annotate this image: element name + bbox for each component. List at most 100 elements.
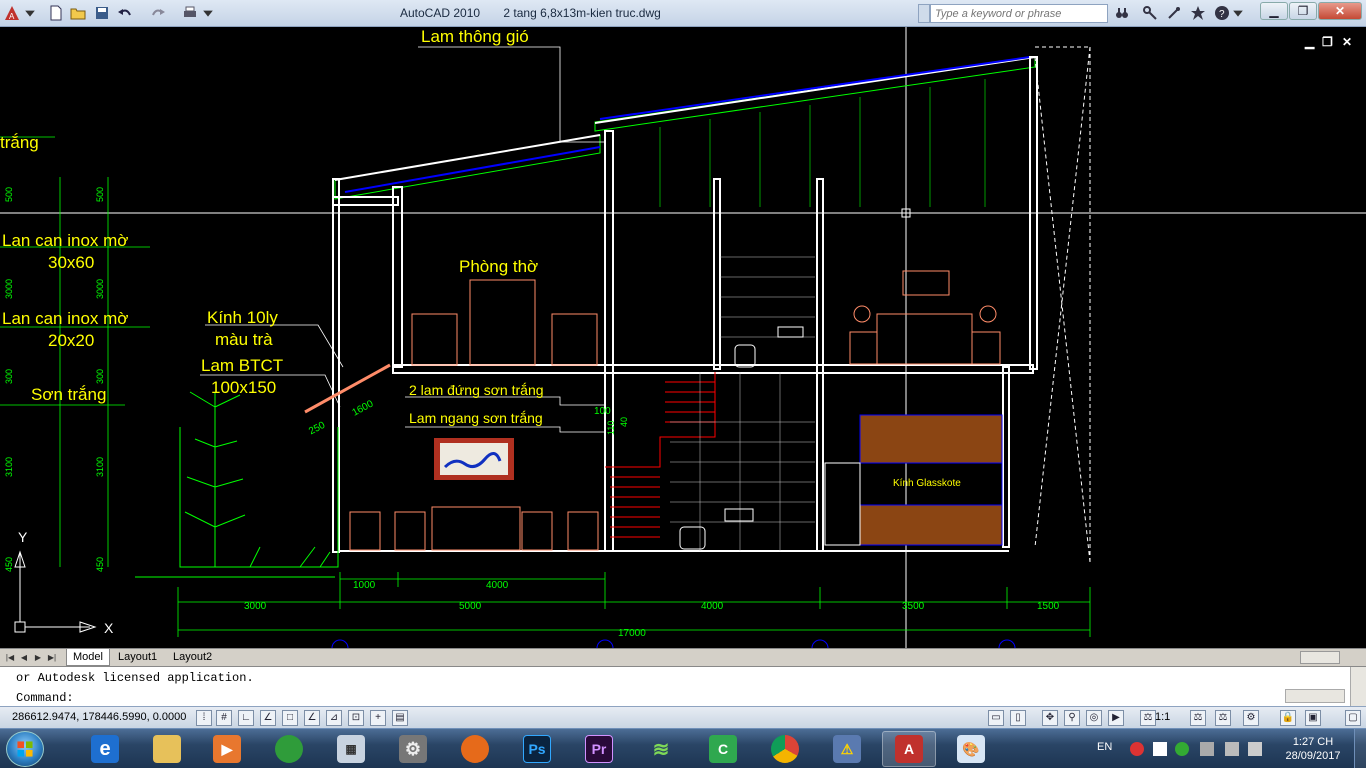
tab-model[interactable]: Model [66, 649, 110, 666]
drawing-canvas[interactable]: ▁ ❐ ✕ Lam thông gió trắng Lan can inox m… [0, 27, 1366, 648]
restore-icon: ❐ [1297, 4, 1309, 18]
tray-clock[interactable]: 1:27 CH 28/09/2017 [1283, 735, 1343, 763]
taskbar-paint[interactable]: 🎨 [944, 731, 998, 767]
favorites-button[interactable] [1188, 3, 1208, 23]
altar-furniture [411, 279, 598, 366]
tray-vietkey-icon[interactable] [1153, 742, 1167, 756]
hardware-acceleration-icon[interactable]: ▣ [1305, 710, 1321, 726]
polar-tracking-icon[interactable]: ∠ [260, 710, 276, 726]
tray-network-icon[interactable] [1175, 742, 1189, 756]
plot-button[interactable] [180, 3, 200, 23]
taskbar-settings-tool[interactable]: ⚙ [386, 731, 440, 767]
app-menu-dropdown[interactable] [24, 3, 36, 23]
cursor-coordinates[interactable]: 286612.9474, 178446.5990, 0.0000 [12, 711, 186, 723]
binoculars-icon [1116, 8, 1128, 18]
taskbar-chrome[interactable] [758, 731, 812, 767]
communication-center-button[interactable] [1164, 3, 1184, 23]
taskbar-firefox[interactable] [448, 731, 502, 767]
tray-usb-icon[interactable] [1200, 742, 1214, 756]
tray-unikey-icon[interactable] [1130, 742, 1144, 756]
label-lan-can-1: Lan can inox mờ [2, 231, 129, 250]
taskbar-photoshop[interactable]: Ps [510, 731, 564, 767]
show-desktop-button[interactable] [1354, 729, 1366, 768]
new-file-button[interactable] [46, 3, 66, 23]
save-button[interactable] [92, 3, 112, 23]
quick-access-dropdown[interactable] [202, 3, 214, 23]
taskbar-internet-explorer[interactable]: e [78, 731, 132, 767]
tab-first-button[interactable]: |◀ [4, 651, 16, 664]
lineweight-icon[interactable]: + [370, 710, 386, 726]
folder-open-icon [70, 8, 86, 20]
chevron-down-icon [1233, 10, 1243, 17]
showmotion-icon[interactable]: ▶ [1108, 710, 1124, 726]
calculator-icon: ▦ [337, 735, 365, 763]
tab-layout1[interactable]: Layout1 [112, 649, 163, 666]
tray-language[interactable]: EN [1097, 741, 1112, 753]
tray-volume-icon[interactable] [1248, 742, 1262, 756]
warning-icon: ⚠ [833, 735, 861, 763]
chrome-icon [771, 735, 799, 763]
viewport-minimize-button[interactable]: ▁ [1305, 35, 1314, 49]
help-dropdown[interactable] [1232, 3, 1244, 23]
tab-horizontal-scrollbar[interactable] [1300, 651, 1340, 664]
dim-vert-3000-right: 3000 [95, 278, 105, 299]
application-menu-button[interactable]: A [2, 3, 22, 23]
tab-layout2[interactable]: Layout2 [167, 649, 218, 666]
dim-3500: 3500 [902, 601, 925, 612]
command-vertical-scrollbar[interactable] [1350, 667, 1366, 707]
steering-wheel-icon[interactable]: ◎ [1086, 710, 1102, 726]
taskbar-media-player[interactable]: ▶ [200, 731, 254, 767]
dynamic-input-icon[interactable]: ⊡ [348, 710, 364, 726]
taskbar-premiere[interactable]: Pr [572, 731, 626, 767]
clean-screen-icon[interactable]: ▢ [1345, 710, 1361, 726]
taskbar-camtasia[interactable]: C [696, 731, 750, 767]
workspace-switching-icon[interactable]: ⚙ [1243, 710, 1259, 726]
taskbar-calculator[interactable]: ▦ [324, 731, 378, 767]
taskbar-autocad[interactable]: A [882, 731, 936, 767]
taskbar-coccoc[interactable] [262, 731, 316, 767]
tab-next-button[interactable]: ▶ [32, 651, 44, 664]
snap-mode-icon[interactable]: ⁞ [196, 710, 212, 726]
tab-prev-button[interactable]: ◀ [18, 651, 30, 664]
command-prompt[interactable]: Command: [16, 691, 74, 705]
quick-properties-icon[interactable]: ▤ [392, 710, 408, 726]
restore-button[interactable]: ❐ [1289, 2, 1317, 20]
undo-button[interactable] [115, 3, 135, 23]
snap-tracking-icon[interactable]: ∠ [304, 710, 320, 726]
minimize-button[interactable]: ▁ [1260, 2, 1288, 20]
command-horizontal-scrollbar[interactable] [1285, 689, 1345, 703]
model-space-icon[interactable]: ▭ [988, 710, 1004, 726]
dim-vert-300-left: 300 [4, 368, 14, 384]
taskbar-wifi-tool[interactable]: ≋ [634, 731, 688, 767]
redo-button[interactable] [148, 3, 168, 23]
close-button[interactable]: ✕ [1318, 2, 1362, 20]
annotation-scale-icon[interactable]: ⚖ [1140, 710, 1156, 726]
viewport-close-button[interactable]: ✕ [1342, 35, 1352, 49]
subscription-center-button[interactable] [1140, 3, 1160, 23]
ortho-mode-icon[interactable]: ∟ [238, 710, 254, 726]
taskbar-file-explorer[interactable] [140, 731, 194, 767]
pan-icon[interactable]: ✥ [1042, 710, 1058, 726]
tab-last-button[interactable]: ▶| [46, 651, 58, 664]
svg-text:A: A [9, 12, 15, 21]
dynamic-ucs-icon[interactable]: ⊿ [326, 710, 342, 726]
search-input[interactable] [930, 4, 1108, 23]
autocad-icon: A [895, 735, 923, 763]
quick-view-layouts-icon[interactable]: ▯ [1010, 710, 1026, 726]
grid-display-icon[interactable]: # [216, 710, 232, 726]
toolbar-lock-icon[interactable]: 🔒 [1280, 710, 1296, 726]
annotation-scale-value[interactable]: 1:1 [1155, 711, 1170, 723]
start-button[interactable] [6, 731, 44, 767]
object-snap-icon[interactable]: □ [282, 710, 298, 726]
zoom-icon[interactable]: ⚲ [1064, 710, 1080, 726]
tray-signal-icon[interactable] [1225, 742, 1239, 756]
viewport-restore-button[interactable]: ❐ [1322, 35, 1333, 49]
taskbar-warning-app[interactable]: ⚠ [820, 731, 874, 767]
windows-logo-icon [17, 741, 33, 757]
auto-scale-icon[interactable]: ⚖ [1215, 710, 1231, 726]
annotation-visibility-icon[interactable]: ⚖ [1190, 710, 1206, 726]
help-button[interactable]: ? [1212, 3, 1232, 23]
search-expand-arrow[interactable] [918, 4, 930, 23]
open-file-button[interactable] [68, 3, 88, 23]
search-button[interactable] [1112, 3, 1132, 23]
